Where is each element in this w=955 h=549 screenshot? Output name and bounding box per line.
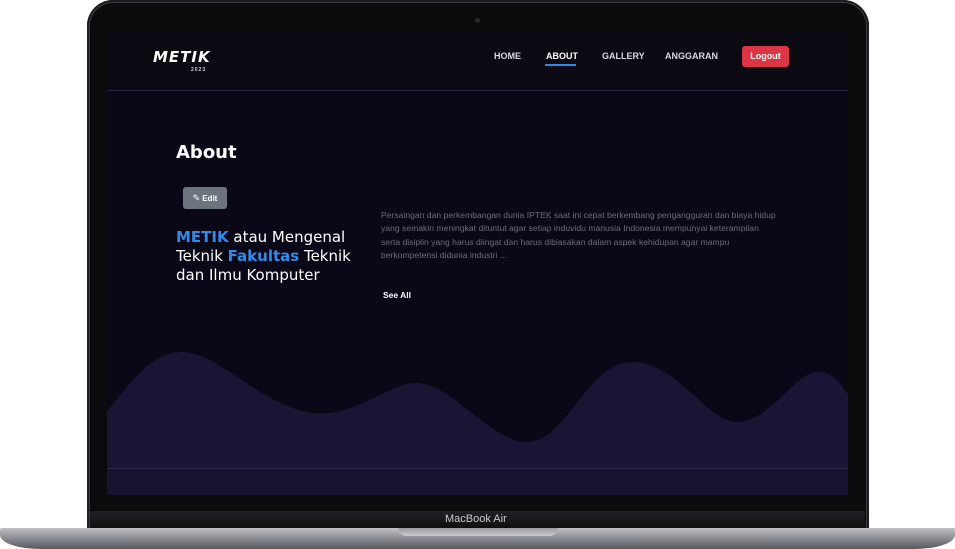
edit-button-label: Edit (202, 194, 218, 203)
page-title: About (176, 142, 237, 163)
camera-icon (475, 18, 480, 23)
nav-active-underline (545, 64, 576, 66)
footer (107, 469, 848, 495)
model-label: MacBook Air (445, 513, 507, 525)
laptop-mockup: METIK 2023 HOME ABOUT GALLERY ANGGARAN L… (0, 0, 955, 549)
logo-subtext: 2023 (191, 67, 207, 73)
about-heading: METIK atau Mengenal Teknik Fakultas Tekn… (176, 228, 376, 285)
wave-decoration (107, 352, 848, 472)
logo[interactable]: METIK (153, 48, 211, 66)
see-all-link[interactable]: See All (383, 290, 411, 300)
laptop-notch (398, 528, 558, 536)
pencil-icon: ✎ (192, 193, 201, 203)
nav-about[interactable]: ABOUT (546, 51, 578, 61)
heading-metik: METIK (176, 228, 229, 246)
about-description: Persaingan dan perkembangan dunia IPTEK … (381, 210, 776, 261)
navbar: METIK 2023 HOME ABOUT GALLERY ANGGARAN L… (107, 32, 848, 91)
nav-anggaran[interactable]: ANGGARAN (665, 51, 718, 61)
logout-button[interactable]: Logout (742, 46, 789, 67)
nav-gallery[interactable]: GALLERY (602, 51, 645, 61)
nav-home[interactable]: HOME (494, 51, 521, 61)
heading-fakultas: Fakultas (227, 247, 300, 265)
screen: METIK 2023 HOME ABOUT GALLERY ANGGARAN L… (107, 32, 848, 495)
edit-button[interactable]: ✎ Edit (183, 187, 227, 209)
